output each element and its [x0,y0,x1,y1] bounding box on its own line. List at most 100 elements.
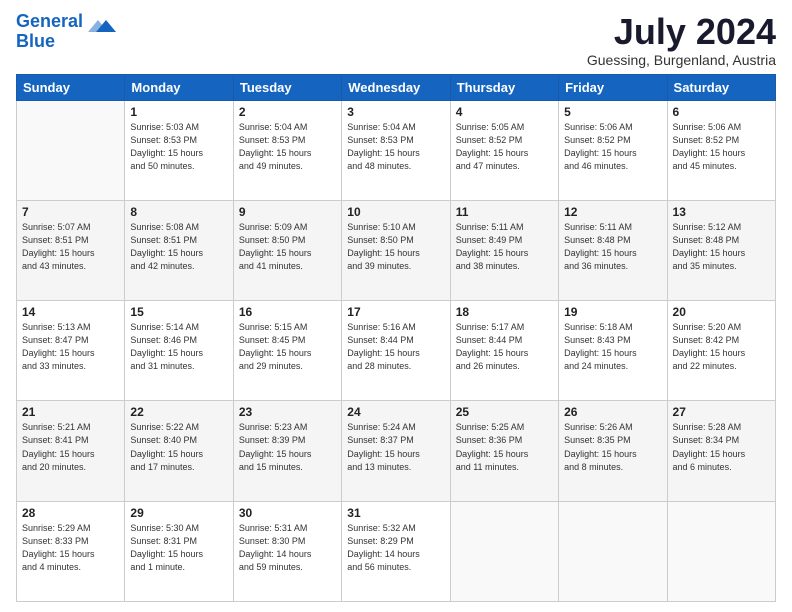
day-number: 29 [130,506,227,520]
col-header-friday: Friday [559,74,667,100]
calendar-day-cell: 15 Sunrise: 5:14 AM Sunset: 8:46 PM Dayli… [125,301,233,401]
day-detail: Sunrise: 5:26 AM Sunset: 8:35 PM Dayligh… [564,421,661,473]
day-number: 9 [239,205,336,219]
day-detail: Sunrise: 5:13 AM Sunset: 8:47 PM Dayligh… [22,321,119,373]
calendar-day-cell: 7 Sunrise: 5:07 AM Sunset: 8:51 PM Daylig… [17,200,125,300]
day-detail: Sunrise: 5:18 AM Sunset: 8:43 PM Dayligh… [564,321,661,373]
calendar-day-cell: 8 Sunrise: 5:08 AM Sunset: 8:51 PM Daylig… [125,200,233,300]
day-number: 12 [564,205,661,219]
day-number: 15 [130,305,227,319]
calendar-day-cell: 10 Sunrise: 5:10 AM Sunset: 8:50 PM Dayli… [342,200,450,300]
day-detail: Sunrise: 5:04 AM Sunset: 8:53 PM Dayligh… [239,121,336,173]
subtitle: Guessing, Burgenland, Austria [587,52,776,68]
day-number: 5 [564,105,661,119]
day-detail: Sunrise: 5:11 AM Sunset: 8:49 PM Dayligh… [456,221,553,273]
day-detail: Sunrise: 5:06 AM Sunset: 8:52 PM Dayligh… [673,121,770,173]
calendar-day-cell: 20Sunrise: 5:20 AM Sunset: 8:42 PM Dayli… [667,301,775,401]
calendar-day-cell: 29 Sunrise: 5:30 AM Sunset: 8:31 PM Dayli… [125,501,233,601]
logo-icon [88,12,118,42]
calendar-day-cell: 31 Sunrise: 5:32 AM Sunset: 8:29 PM Dayli… [342,501,450,601]
day-detail: Sunrise: 5:23 AM Sunset: 8:39 PM Dayligh… [239,421,336,473]
day-number: 13 [673,205,770,219]
calendar-day-cell: 28Sunrise: 5:29 AM Sunset: 8:33 PM Dayli… [17,501,125,601]
calendar-day-cell: 19 Sunrise: 5:18 AM Sunset: 8:43 PM Dayli… [559,301,667,401]
calendar-day-cell: 27 Sunrise: 5:28 AM Sunset: 8:34 PM Dayli… [667,401,775,501]
day-number: 2 [239,105,336,119]
day-detail: Sunrise: 5:24 AM Sunset: 8:37 PM Dayligh… [347,421,444,473]
day-detail: Sunrise: 5:03 AM Sunset: 8:53 PM Dayligh… [130,121,227,173]
day-detail: Sunrise: 5:05 AM Sunset: 8:52 PM Dayligh… [456,121,553,173]
calendar-header-row: SundayMondayTuesdayWednesdayThursdayFrid… [17,74,776,100]
day-detail: Sunrise: 5:30 AM Sunset: 8:31 PM Dayligh… [130,522,227,574]
day-detail: Sunrise: 5:16 AM Sunset: 8:44 PM Dayligh… [347,321,444,373]
day-detail: Sunrise: 5:32 AM Sunset: 8:29 PM Dayligh… [347,522,444,574]
calendar-week-row: 14 Sunrise: 5:13 AM Sunset: 8:47 PM Dayli… [17,301,776,401]
day-detail: Sunrise: 5:14 AM Sunset: 8:46 PM Dayligh… [130,321,227,373]
day-number: 30 [239,506,336,520]
day-detail: Sunrise: 5:15 AM Sunset: 8:45 PM Dayligh… [239,321,336,373]
logo: GeneralBlue [16,12,118,52]
calendar-day-cell: 5 Sunrise: 5:06 AM Sunset: 8:52 PM Daylig… [559,100,667,200]
col-header-wednesday: Wednesday [342,74,450,100]
day-detail: Sunrise: 5:06 AM Sunset: 8:52 PM Dayligh… [564,121,661,173]
day-number: 19 [564,305,661,319]
calendar-day-cell: 23 Sunrise: 5:23 AM Sunset: 8:39 PM Dayli… [233,401,341,501]
calendar-day-cell [559,501,667,601]
day-detail: Sunrise: 5:09 AM Sunset: 8:50 PM Dayligh… [239,221,336,273]
day-detail: Sunrise: 5:07 AM Sunset: 8:51 PM Dayligh… [22,221,119,273]
col-header-monday: Monday [125,74,233,100]
header: GeneralBlue July 2024 Guessing, Burgenla… [16,12,776,68]
page: GeneralBlue July 2024 Guessing, Burgenla… [0,0,792,612]
day-detail: Sunrise: 5:20 AM Sunset: 8:42 PM Dayligh… [673,321,770,373]
calendar-day-cell: 14 Sunrise: 5:13 AM Sunset: 8:47 PM Dayli… [17,301,125,401]
day-number: 4 [456,105,553,119]
day-detail: Sunrise: 5:08 AM Sunset: 8:51 PM Dayligh… [130,221,227,273]
title-block: July 2024 Guessing, Burgenland, Austria [587,12,776,68]
calendar-week-row: 21Sunrise: 5:21 AM Sunset: 8:41 PM Dayli… [17,401,776,501]
day-number: 3 [347,105,444,119]
calendar-day-cell: 26 Sunrise: 5:26 AM Sunset: 8:35 PM Dayli… [559,401,667,501]
calendar-day-cell: 18Sunrise: 5:17 AM Sunset: 8:44 PM Dayli… [450,301,558,401]
day-number: 7 [22,205,119,219]
day-number: 8 [130,205,227,219]
day-number: 28 [22,506,119,520]
day-detail: Sunrise: 5:12 AM Sunset: 8:48 PM Dayligh… [673,221,770,273]
calendar-day-cell: 13 Sunrise: 5:12 AM Sunset: 8:48 PM Dayli… [667,200,775,300]
calendar-day-cell: 24Sunrise: 5:24 AM Sunset: 8:37 PM Dayli… [342,401,450,501]
day-number: 27 [673,405,770,419]
col-header-saturday: Saturday [667,74,775,100]
day-number: 22 [130,405,227,419]
calendar-day-cell: 16 Sunrise: 5:15 AM Sunset: 8:45 PM Dayli… [233,301,341,401]
day-number: 26 [564,405,661,419]
calendar-day-cell [17,100,125,200]
calendar-day-cell: 9 Sunrise: 5:09 AM Sunset: 8:50 PM Daylig… [233,200,341,300]
calendar-table: SundayMondayTuesdayWednesdayThursdayFrid… [16,74,776,602]
day-number: 16 [239,305,336,319]
day-detail: Sunrise: 5:25 AM Sunset: 8:36 PM Dayligh… [456,421,553,473]
calendar-week-row: 1Sunrise: 5:03 AM Sunset: 8:53 PM Daylig… [17,100,776,200]
calendar-day-cell: 4 Sunrise: 5:05 AM Sunset: 8:52 PM Daylig… [450,100,558,200]
calendar-day-cell: 30 Sunrise: 5:31 AM Sunset: 8:30 PM Dayli… [233,501,341,601]
day-detail: Sunrise: 5:21 AM Sunset: 8:41 PM Dayligh… [22,421,119,473]
calendar-day-cell: 1Sunrise: 5:03 AM Sunset: 8:53 PM Daylig… [125,100,233,200]
calendar-day-cell: 21Sunrise: 5:21 AM Sunset: 8:41 PM Dayli… [17,401,125,501]
col-header-sunday: Sunday [17,74,125,100]
day-detail: Sunrise: 5:22 AM Sunset: 8:40 PM Dayligh… [130,421,227,473]
col-header-thursday: Thursday [450,74,558,100]
calendar-day-cell [667,501,775,601]
calendar-day-cell: 3Sunrise: 5:04 AM Sunset: 8:53 PM Daylig… [342,100,450,200]
day-detail: Sunrise: 5:31 AM Sunset: 8:30 PM Dayligh… [239,522,336,574]
day-number: 14 [22,305,119,319]
calendar-day-cell: 17Sunrise: 5:16 AM Sunset: 8:44 PM Dayli… [342,301,450,401]
day-number: 10 [347,205,444,219]
day-detail: Sunrise: 5:28 AM Sunset: 8:34 PM Dayligh… [673,421,770,473]
calendar-day-cell [450,501,558,601]
day-number: 18 [456,305,553,319]
day-detail: Sunrise: 5:10 AM Sunset: 8:50 PM Dayligh… [347,221,444,273]
calendar-day-cell: 25Sunrise: 5:25 AM Sunset: 8:36 PM Dayli… [450,401,558,501]
day-number: 23 [239,405,336,419]
calendar-day-cell: 11 Sunrise: 5:11 AM Sunset: 8:49 PM Dayli… [450,200,558,300]
day-number: 31 [347,506,444,520]
day-detail: Sunrise: 5:11 AM Sunset: 8:48 PM Dayligh… [564,221,661,273]
day-number: 11 [456,205,553,219]
